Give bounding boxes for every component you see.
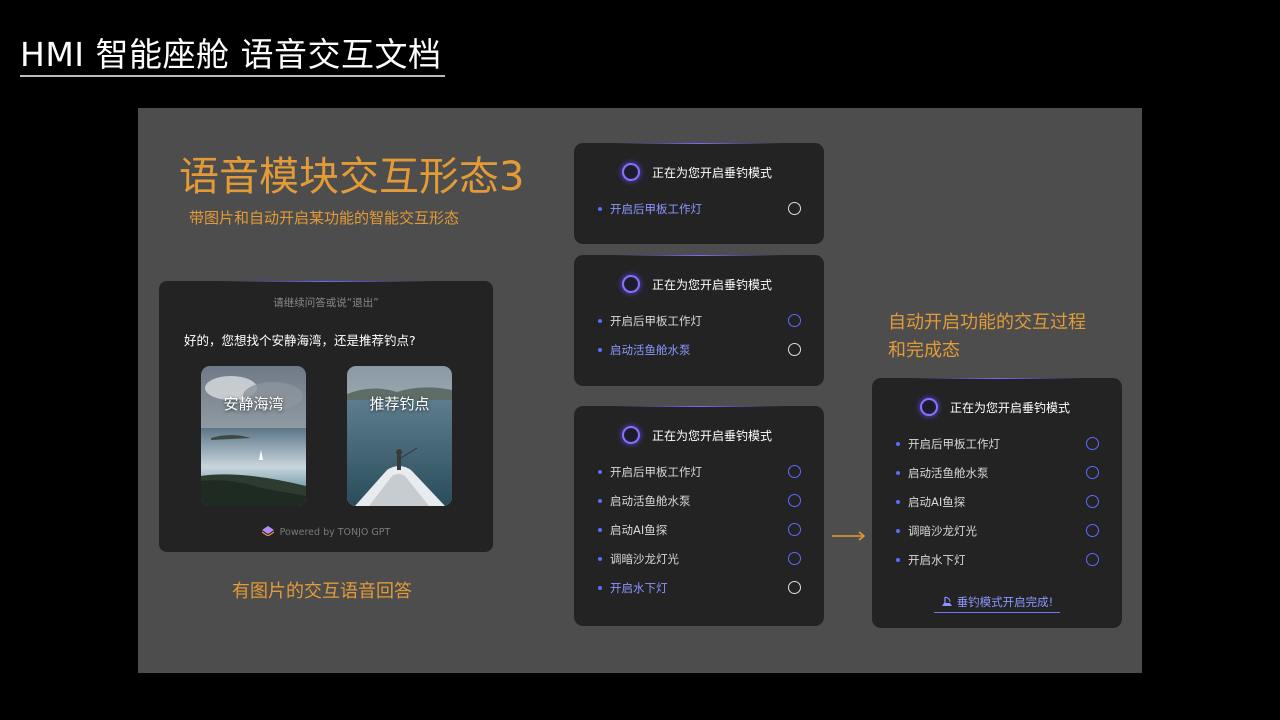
task-row: 启动AI鱼探 [896,493,1099,511]
panel-title: 正在为您开启垂钓模式 [652,429,773,443]
status-panel-step1: 正在为您开启垂钓模式 开启后甲板工作灯 [574,143,824,244]
done-status-icon [788,314,801,327]
pending-status-icon [788,202,801,215]
fishing-icon [941,596,952,606]
done-status-icon [1086,466,1099,479]
bullet [896,442,900,446]
bullet [598,348,602,352]
task-row: 启动活鱼舱水泵 [598,492,801,510]
task-row: 开启水下灯 [896,551,1099,569]
voice-assistant-orb-icon [622,426,640,444]
voice-assistant-orb-icon [622,275,640,293]
done-status-icon [788,523,801,536]
task-label: 开启水下灯 [908,553,966,567]
task-row: 开启后甲板工作灯 [896,435,1099,453]
powered-by-text: Powered by TONJO GPT [279,527,391,538]
pending-status-icon [788,343,801,356]
task-label: 调暗沙龙灯光 [610,552,679,566]
bullet [598,319,602,323]
title-underline [20,75,445,77]
caption-image-answer: 有图片的交互语音回答 [232,581,412,602]
completion-link[interactable]: 垂钓模式开启完成! [934,594,1060,613]
caption-auto-process-line1: 自动开启功能的交互过程 [888,312,1086,333]
task-row: 开启后甲板工作灯 [598,463,801,481]
slide-subheading: 带图片和自动开启某功能的智能交互形态 [189,209,460,227]
bullet [598,586,602,590]
fishing-spot-photo [347,366,452,506]
page-title: HMI 智能座舱 语音交互文档 [20,35,442,74]
task-label: 启动活鱼舱水泵 [908,466,989,480]
completion-text: 垂钓模式开启完成! [956,595,1054,609]
voice-assistant-orb-icon [622,163,640,181]
bullet [896,471,900,475]
option-label-quiet-bay: 安静海湾 [223,395,284,413]
caption-auto-process: 自动开启功能的交互过程 和完成态 [888,309,1086,365]
voice-answer-card: 请继续问答或说“退出” 好的，您想找个安静海湾，还是推荐钓点? 安静海湾 推荐钓… [159,281,493,552]
done-status-icon [788,552,801,565]
bullet [896,558,900,562]
task-row: 开启后甲板工作灯 [598,200,801,218]
task-row: 开启后甲板工作灯 [598,312,801,330]
status-panel-complete: 正在为您开启垂钓模式 开启后甲板工作灯 启动活鱼舱水泵 启动AI鱼探 调暗沙龙灯… [872,378,1122,628]
task-row: 调暗沙龙灯光 [598,550,801,568]
status-panel-step2: 正在为您开启垂钓模式 开启后甲板工作灯 启动活鱼舱水泵 [574,255,824,386]
bullet [598,557,602,561]
done-status-icon [788,494,801,507]
bullet [598,470,602,474]
task-label: 开启后甲板工作灯 [610,314,702,328]
status-panel-step3: 正在为您开启垂钓模式 开启后甲板工作灯 启动活鱼舱水泵 启动AI鱼探 调暗沙龙灯… [574,406,824,626]
bullet [598,499,602,503]
bullet [598,528,602,532]
quiet-bay-photo [201,366,306,506]
done-status-icon [1086,553,1099,566]
panel-title: 正在为您开启垂钓模式 [950,401,1071,415]
option-card-fishing-spot[interactable]: 推荐钓点 [347,366,452,506]
task-row: 调暗沙龙灯光 [896,522,1099,540]
task-label: 启动活鱼舱水泵 [610,343,691,357]
done-status-icon [1086,495,1099,508]
task-label: 开启水下灯 [610,581,668,595]
done-status-icon [1086,437,1099,450]
slide-stage: 语音模块交互形态3 带图片和自动开启某功能的智能交互形态 请继续问答或说“退出”… [138,108,1142,673]
tonjo-logo-icon [261,526,274,536]
continue-hint: 请继续问答或说“退出” [273,297,379,309]
bullet [896,500,900,504]
task-label: 启动活鱼舱水泵 [610,494,691,508]
bullet [598,207,602,211]
caption-auto-process-line2: 和完成态 [888,340,960,361]
task-label: 开启后甲板工作灯 [610,202,702,216]
task-row: 开启水下灯 [598,579,801,597]
done-status-icon [1086,524,1099,537]
voice-assistant-orb-icon [920,398,938,416]
task-row: 启动活鱼舱水泵 [896,464,1099,482]
task-row: 启动活鱼舱水泵 [598,341,801,359]
bullet [896,529,900,533]
task-label: 开启后甲板工作灯 [908,437,1000,451]
task-label: 调暗沙龙灯光 [908,524,977,538]
powered-by: Powered by TONJO GPT [159,526,493,538]
assistant-reply: 好的，您想找个安静海湾，还是推荐钓点? [184,333,416,348]
option-label-fishing-spot: 推荐钓点 [369,395,430,413]
arrow-right-icon [832,531,866,541]
task-label: 启动AI鱼探 [610,523,668,537]
option-card-quiet-bay[interactable]: 安静海湾 [201,366,306,506]
task-row: 启动AI鱼探 [598,521,801,539]
task-label: 启动AI鱼探 [908,495,966,509]
pending-status-icon [788,581,801,594]
done-status-icon [788,465,801,478]
slide-heading: 语音模块交互形态3 [179,154,525,200]
panel-title: 正在为您开启垂钓模式 [652,166,773,180]
panel-title: 正在为您开启垂钓模式 [652,278,773,292]
task-label: 开启后甲板工作灯 [610,465,702,479]
